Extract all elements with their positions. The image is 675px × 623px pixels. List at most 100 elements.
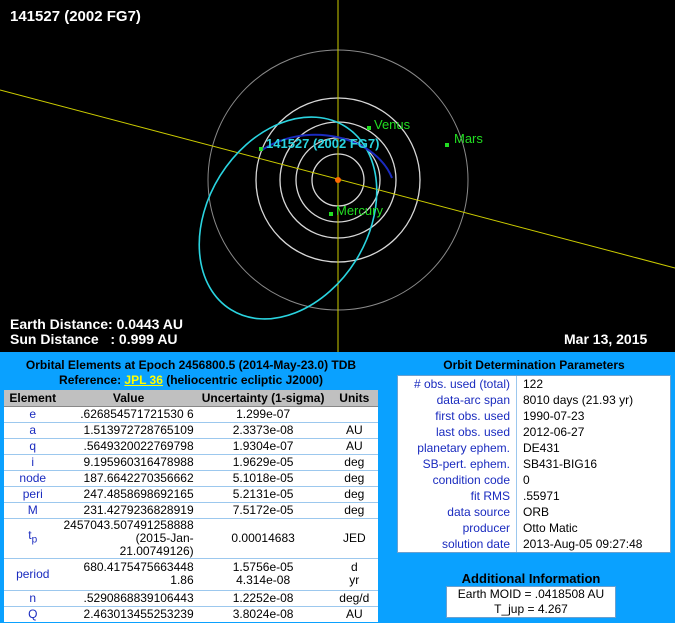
mercury-label: Mercury <box>336 203 383 218</box>
table-row: M 231.4279236828919 7.5172e-05 deg <box>4 501 378 518</box>
element-value: .626854571721530 6 <box>61 405 196 422</box>
orbital-elements-heading: Orbital Elements at Epoch 2456800.5 (201… <box>25 358 357 372</box>
t-jup: T_jup = 4.267 <box>494 602 568 616</box>
venus-label: Venus <box>374 117 411 132</box>
table-row: a 1.513972728765109 2.3373e-08 AU <box>4 421 378 438</box>
det-label[interactable]: last obs. used <box>398 424 517 440</box>
element-value: 247.4858698692165 <box>61 485 196 502</box>
element-value: 1.513972728765109 <box>61 421 196 438</box>
orbit-determination-heading: Orbit Determination Parameters <box>443 358 625 372</box>
mercury-icon <box>329 212 333 216</box>
reference-prefix: Reference: <box>59 373 125 387</box>
element-value: .5649320022769798 <box>61 437 196 454</box>
element-uncertainty: 1.9304e-07 <box>195 437 331 454</box>
table-row-tp: tp 2457043.507491258888 (2015-Jan-21.0074… <box>4 517 378 558</box>
element-name[interactable]: M <box>4 501 62 518</box>
element-uncertainty: 3.8024e-08 <box>195 605 331 622</box>
det-row: SB-pert. ephem. SB431-BIG16 <box>398 456 670 472</box>
table-row: e .626854571721530 6 1.299e-07 <box>4 405 378 422</box>
det-row: first obs. used 1990-07-23 <box>398 408 670 424</box>
element-uncertainty: 1.2252e-08 <box>195 589 331 606</box>
element-name[interactable]: n <box>4 589 62 606</box>
element-name[interactable]: Q <box>4 605 62 622</box>
det-label[interactable]: producer <box>398 520 517 536</box>
additional-information-panel: Additional Information Earth MOID = .041… <box>446 571 616 618</box>
det-value: 2013-Aug-05 09:27:48 <box>523 537 643 551</box>
det-row: producer Otto Matic <box>398 520 670 536</box>
period-uncertainty-years: 4.314e-08 <box>236 573 291 587</box>
jpl-reference-link[interactable]: JPL 36 <box>124 373 162 387</box>
orbit-viewer[interactable]: 141527 (2002 FG7) 141527 (2002 FG7) Venu… <box>0 0 675 352</box>
tp-value-date: (2015-Jan-21.00749126) <box>119 530 194 558</box>
earth-distance: Earth Distance: 0.0443 AU <box>10 316 183 332</box>
det-row: condition code 0 <box>398 472 670 488</box>
det-row: fit RMS .55971 <box>398 488 670 504</box>
det-row: data-arc span 8010 days (21.93 yr) <box>398 392 670 408</box>
table-row-period: period 680.4175475663448 1.86 1.5756e-05 4… <box>4 557 378 590</box>
det-value: SB431-BIG16 <box>523 457 598 471</box>
period-uncertainty: 1.5756e-05 4.314e-08 <box>195 557 331 590</box>
det-label[interactable]: fit RMS <box>398 488 517 504</box>
det-row: planetary ephem. DE431 <box>398 440 670 456</box>
element-unit: deg/d <box>330 589 378 606</box>
element-value: 231.4279236828919 <box>61 501 196 518</box>
det-label[interactable]: solution date <box>398 536 517 552</box>
det-value: ORB <box>523 505 550 519</box>
element-uncertainty: 7.5172e-05 <box>195 501 331 518</box>
element-name-period[interactable]: period <box>4 557 62 590</box>
table-row: q .5649320022769798 1.9304e-07 AU <box>4 437 378 454</box>
det-value: 122 <box>523 377 544 391</box>
element-unit: AU <box>330 421 378 438</box>
det-value: 2012-06-27 <box>523 425 585 439</box>
tp-uncertainty: 0.00014683 <box>195 517 331 558</box>
det-label[interactable]: data-arc span <box>398 392 517 408</box>
tp-unit: JED <box>330 517 378 558</box>
orbital-elements-panel: Orbital Elements at Epoch 2456800.5 (201… <box>4 358 378 622</box>
tp-value-jed: 2457043.507491258888 <box>63 517 194 532</box>
element-value: 2.463013455253239 <box>61 605 196 622</box>
earth-moid: Earth MOID = .0418508 AU <box>457 587 605 601</box>
element-name[interactable]: node <box>4 469 62 486</box>
column-header-units: Units <box>330 390 378 407</box>
det-label[interactable]: SB-pert. ephem. <box>398 456 517 472</box>
element-unit: deg <box>330 485 378 502</box>
period-value-years: 1.86 <box>170 573 194 587</box>
column-header-uncertainty: Uncertainty (1-sigma) <box>195 390 331 407</box>
sun-distance: Sun Distance : 0.999 AU <box>10 331 178 347</box>
venus-icon <box>367 126 371 130</box>
orbit-diagram <box>0 0 675 352</box>
element-name[interactable]: e <box>4 405 62 422</box>
det-label[interactable]: planetary ephem. <box>398 440 517 456</box>
orbit-determination-table: # obs. used (total) 122 data-arc span 8010… <box>397 375 671 553</box>
orbital-elements-table: Element Value Uncertainty (1-sigma) Unit… <box>4 390 378 622</box>
element-name[interactable]: q <box>4 437 62 454</box>
additional-information-box: Earth MOID = .0418508 AU T_jup = 4.267 <box>446 586 616 618</box>
element-uncertainty: 1.9629e-05 <box>195 453 331 470</box>
det-label[interactable]: condition code <box>398 472 517 488</box>
tp-subscript: p <box>31 534 38 546</box>
table-row: i 9.195960316478988 1.9629e-05 deg <box>4 453 378 470</box>
det-value: DE431 <box>523 441 560 455</box>
element-name[interactable]: a <box>4 421 62 438</box>
element-name-tp[interactable]: tp <box>4 517 62 558</box>
table-row: Q 2.463013455253239 3.8024e-08 AU <box>4 605 378 622</box>
det-label[interactable]: data source <box>398 504 517 520</box>
element-unit: AU <box>330 437 378 454</box>
det-label[interactable]: first obs. used <box>398 408 517 424</box>
mars-label: Mars <box>454 131 483 146</box>
mars-icon <box>445 143 449 147</box>
table-row: node 187.6642270356662 5.1018e-05 deg <box>4 469 378 486</box>
element-unit: deg <box>330 453 378 470</box>
det-row: solution date 2013-Aug-05 09:27:48 <box>398 536 670 552</box>
period-unit-years: yr <box>349 573 360 587</box>
element-uncertainty: 1.299e-07 <box>195 405 331 422</box>
period-unit: d yr <box>330 557 378 590</box>
det-label[interactable]: # obs. used (total) <box>398 376 517 392</box>
element-name[interactable]: peri <box>4 485 62 502</box>
det-row: data source ORB <box>398 504 670 520</box>
det-row: # obs. used (total) 122 <box>398 376 670 392</box>
element-unit: deg <box>330 501 378 518</box>
additional-information-heading: Additional Information <box>461 571 601 586</box>
det-value: .55971 <box>523 489 560 503</box>
element-name[interactable]: i <box>4 453 62 470</box>
